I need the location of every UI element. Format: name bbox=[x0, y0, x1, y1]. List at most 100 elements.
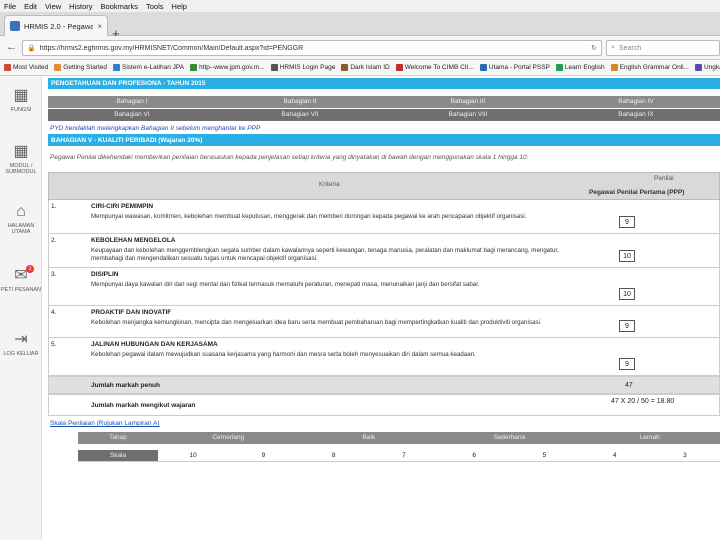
sidebar: ▦ FUNGSI ▦ MODUL / SUBMODUL ⌂ HALAMAN UTAMA ✉ P… bbox=[0, 76, 42, 540]
bookmark-icon bbox=[695, 64, 702, 71]
bookmark-label: Welcome To CIMB CII... bbox=[404, 64, 474, 71]
browser-tab[interactable]: HRMIS 2.0 - Pegawai Yang ... × bbox=[4, 15, 108, 36]
stage-sub-tab[interactable]: Bahagian VII bbox=[216, 109, 384, 121]
criteria-description: Keupayaan dan kebolehan menggemblengkan … bbox=[91, 247, 559, 262]
menu-item-tools[interactable]: Tools bbox=[146, 2, 164, 11]
sidebar-item-halaman-utama[interactable]: ⌂ HALAMAN UTAMA bbox=[0, 203, 42, 236]
sidebar-item-fungsi[interactable]: ▦ FUNGSI bbox=[0, 88, 42, 114]
bookmark-item[interactable]: English Grammar Onli... bbox=[610, 64, 689, 71]
ppp-note: PYD hendaklah melengkapkan Bahagian II s… bbox=[50, 125, 261, 132]
tab-title: HRMIS 2.0 - Pegawai Yang ... bbox=[24, 21, 94, 31]
stage-tabs: Bahagian I Bahagian II Bahagian III Bahagia… bbox=[48, 96, 720, 108]
part-title: BAHAGIAN V - KUALITI PERIBADI (Wajaran 2… bbox=[48, 134, 720, 146]
sidebar-item-modul[interactable]: ▦ MODUL / SUBMODUL bbox=[0, 143, 42, 176]
score-input[interactable]: 9 bbox=[619, 320, 635, 332]
bookmark-item[interactable]: Utama - Portal PSSP bbox=[479, 64, 550, 71]
bookmark-label: Dark Islam ID bbox=[350, 64, 390, 71]
bookmark-item[interactable]: http--www.jpm.gov.m... bbox=[190, 64, 265, 71]
navigation-bar: ← 🔒 https://hrmis2.eghrmis.gov.my/HRMISN… bbox=[0, 36, 720, 60]
stage-tab[interactable]: Bahagian I bbox=[48, 96, 216, 108]
stage-sub-tab[interactable]: Bahagian IX bbox=[552, 109, 720, 121]
mail-icon: ✉ bbox=[14, 267, 28, 284]
kriteria-heading: Kriteria bbox=[319, 181, 340, 188]
bookmark-icon bbox=[190, 64, 198, 71]
bookmark-icon bbox=[4, 64, 11, 71]
criteria-title: PROAKTIF DAN INOVATIF bbox=[91, 309, 172, 316]
bookmark-item[interactable]: HRMIS Login Page bbox=[270, 64, 336, 71]
module-grid-icon: ▦ bbox=[13, 143, 29, 160]
menu-item-edit[interactable]: Edit bbox=[24, 2, 37, 11]
bookmark-label: Utama - Portal PSSP bbox=[488, 64, 550, 71]
score-input[interactable]: 10 bbox=[619, 250, 635, 262]
bookmark-icon bbox=[479, 64, 487, 71]
tab-bar: HRMIS 2.0 - Pegawai Yang ... × + bbox=[0, 12, 720, 40]
bookmark-icon bbox=[610, 64, 618, 71]
bookmark-item[interactable]: Welcome To CIMB CII... bbox=[395, 64, 474, 71]
criteria-title: DISIPLIN bbox=[91, 271, 119, 278]
criteria-row: 2. KEBOLEHAN MENGELOLA Keupayaan dan kebol… bbox=[48, 234, 720, 268]
notification-badge: 1 bbox=[26, 265, 34, 273]
bookmark-label: Ungkapan Bahasa Ing... bbox=[704, 64, 720, 71]
scale-level: Cemerlang bbox=[212, 434, 245, 441]
bookmark-label: HRMIS Login Page bbox=[279, 64, 336, 71]
section-title: PENGETAHUAN DAN PROFESIONA - TAHUN 2015 bbox=[48, 78, 720, 89]
criteria-description: Kebolehan pegawai dalam mewujudkan suasa… bbox=[91, 351, 476, 358]
bookmark-item[interactable]: Most Visited bbox=[4, 64, 48, 71]
home-icon: ⌂ bbox=[16, 203, 26, 220]
search-placeholder: Search bbox=[618, 44, 642, 52]
close-icon[interactable]: × bbox=[97, 22, 102, 31]
sidebar-item-label: HALAMAN UTAMA bbox=[7, 223, 35, 235]
bookmark-label: Sistem e-Latihan JPA bbox=[122, 64, 185, 71]
sidebar-item-peti-pesanan[interactable]: ✉ PETI PESANAN 1 bbox=[0, 265, 42, 293]
scale-link[interactable]: Skala Penilaian (Rujukan Lampiran A) bbox=[50, 420, 159, 427]
stage-sub-tab[interactable]: Bahagian VIII bbox=[384, 109, 552, 121]
stage-sub-tab[interactable]: Bahagian VI bbox=[48, 109, 216, 121]
criteria-number: 2. bbox=[51, 237, 57, 244]
menu-item-file[interactable]: File bbox=[4, 2, 16, 11]
bookmarks-bar: Most Visited Getting Started Sistem e-Lati… bbox=[0, 60, 720, 76]
total-label: Jumlah markah penuh bbox=[91, 382, 160, 389]
criteria-row: 4. PROAKTIF DAN INOVATIF Kebolehan menjang… bbox=[48, 306, 720, 338]
scale-value: 4 bbox=[612, 452, 617, 459]
logout-icon: ⇥ bbox=[14, 331, 28, 348]
score-input[interactable]: 10 bbox=[619, 288, 635, 300]
sidebar-item-label: MODUL / SUBMODUL bbox=[5, 163, 37, 175]
url-bar[interactable]: 🔒 https://hrmis2.eghrmis.gov.my/HRMISNET… bbox=[22, 40, 602, 56]
search-input[interactable]: ⌕ Search bbox=[606, 40, 720, 56]
bookmark-item[interactable]: Ungkapan Bahasa Ing... bbox=[695, 64, 720, 71]
criteria-row: 1. CIRI-CIRI PEMIMPIN Mempunyai wawasan, k… bbox=[48, 200, 720, 234]
criteria-number: 1. bbox=[51, 203, 57, 210]
scale-value: 5 bbox=[542, 452, 547, 459]
criteria-number: 3. bbox=[51, 271, 57, 278]
reload-icon[interactable]: ↻ bbox=[591, 44, 597, 52]
bookmark-label: Most Visited bbox=[13, 64, 49, 71]
scale-value: 8 bbox=[331, 452, 336, 459]
menu-item-bookmarks[interactable]: Bookmarks bbox=[101, 2, 139, 11]
criteria-title: CIRI-CIRI PEMIMPIN bbox=[91, 203, 154, 210]
back-arrow-icon[interactable]: ← bbox=[6, 42, 17, 53]
stage-tab[interactable]: Bahagian IV bbox=[552, 96, 720, 108]
menu-item-help[interactable]: Help bbox=[172, 2, 187, 11]
bookmark-item[interactable]: Learn English bbox=[555, 64, 605, 71]
menu-item-view[interactable]: View bbox=[45, 2, 61, 11]
scale-value: 3 bbox=[683, 452, 687, 459]
bookmark-item[interactable]: Dark Islam ID bbox=[341, 64, 390, 71]
weighted-value: 47 X 20 / 50 = 18.80 bbox=[611, 398, 675, 405]
scale-value: 7 bbox=[402, 452, 406, 459]
bookmark-label: Getting Started bbox=[63, 64, 108, 71]
bookmark-item[interactable]: Getting Started bbox=[54, 64, 107, 71]
criteria-row: 3. DISIPLIN Mempunyai daya kawalan diri da… bbox=[48, 268, 720, 306]
score-input[interactable]: 9 bbox=[619, 216, 635, 228]
criteria-number: 5. bbox=[51, 341, 57, 348]
score-input[interactable]: 9 bbox=[619, 358, 635, 370]
scale-level-row: Tahap Cemerlang Baik Sederhana Lemah bbox=[78, 432, 720, 444]
criteria-title: JALINAN HUBUNGAN DAN KERJASAMA bbox=[91, 341, 218, 348]
sidebar-item-log-keluar[interactable]: ⇥ LOG KELUAR bbox=[0, 331, 42, 358]
stage-tab[interactable]: Bahagian II bbox=[216, 96, 384, 108]
scale-value-row: Skala 10 9 8 7 6 5 4 3 bbox=[78, 450, 720, 462]
stage-tab[interactable]: Bahagian III bbox=[384, 96, 552, 108]
sidebar-item-label: FUNGSI bbox=[10, 107, 32, 113]
menu-item-history[interactable]: History bbox=[69, 2, 92, 11]
sidebar-item-label: PETI PESANAN bbox=[0, 287, 42, 293]
bookmark-item[interactable]: Sistem e-Latihan JPA bbox=[113, 64, 184, 71]
